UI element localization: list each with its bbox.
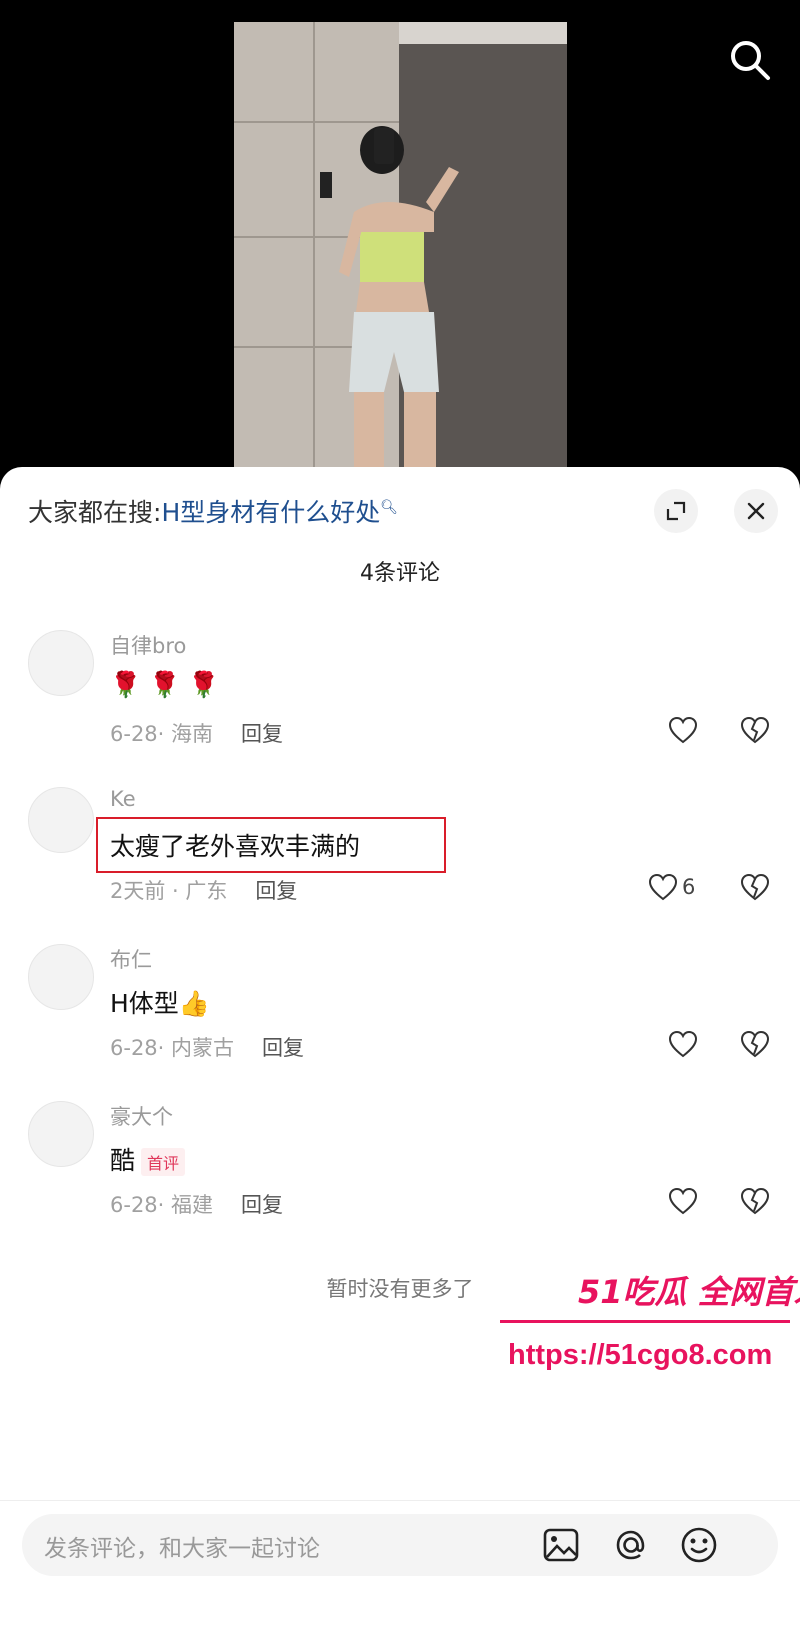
trending-prefix: 大家都在搜: bbox=[28, 498, 162, 527]
dislike-button[interactable] bbox=[740, 1187, 770, 1219]
at-icon bbox=[616, 1530, 645, 1560]
like-button[interactable]: 6 bbox=[648, 873, 695, 901]
heart-icon bbox=[668, 1030, 698, 1058]
comment-location: 广东 bbox=[185, 879, 228, 903]
comment-meta: 6-28· 福建 回复 bbox=[110, 1193, 284, 1217]
trending-search[interactable]: 大家都在搜:H型身材有什么好处🔍︎ bbox=[28, 493, 398, 529]
comment-username[interactable]: 自律bro bbox=[110, 630, 186, 660]
comment-location: 内蒙古 bbox=[171, 1036, 235, 1060]
watermark-line bbox=[500, 1320, 790, 1323]
watermark: 51吃瓜 全网首发 https://51cgo8.com bbox=[500, 1267, 800, 1387]
comment-location: 福建 bbox=[171, 1193, 214, 1217]
broken-heart-icon bbox=[740, 716, 770, 744]
broken-heart-icon bbox=[740, 1030, 770, 1058]
comment-item: 豪大个 酷首评 6-28· 福建 回复 bbox=[0, 1101, 800, 1251]
search-icon[interactable] bbox=[728, 38, 772, 82]
avatar[interactable] bbox=[28, 787, 94, 853]
emoji-button[interactable] bbox=[678, 1524, 720, 1566]
heart-icon bbox=[648, 873, 678, 901]
search-small-icon: 🔍︎ bbox=[380, 499, 399, 516]
avatar[interactable] bbox=[28, 944, 94, 1010]
close-button[interactable] bbox=[734, 489, 778, 533]
comment-input-bar: 发条评论，和大家一起讨论 bbox=[0, 1500, 800, 1651]
comment-text: 酷首评 bbox=[110, 1141, 186, 1177]
comment-item: 布仁 H体型👍 6-28· 内蒙古 回复 bbox=[0, 944, 800, 1094]
comment-item: 自律bro 🌹 🌹 🌹 6-28· 海南 回复 bbox=[0, 630, 800, 780]
reply-button[interactable]: 回复 bbox=[262, 1036, 304, 1060]
image-button[interactable] bbox=[540, 1524, 582, 1566]
mention-button[interactable] bbox=[610, 1524, 652, 1566]
dislike-button[interactable] bbox=[740, 1030, 770, 1062]
comment-meta: 6-28· 海南 回复 bbox=[110, 722, 284, 746]
comment-text: 太瘦了老外喜欢丰满的 bbox=[110, 832, 361, 861]
watermark-title: 51吃瓜 全网首发 bbox=[578, 1273, 800, 1311]
first-comment-badge: 首评 bbox=[141, 1148, 186, 1176]
like-button[interactable] bbox=[668, 1030, 698, 1058]
video-frame bbox=[234, 22, 567, 470]
comment-input-placeholder: 发条评论，和大家一起讨论 bbox=[44, 1536, 320, 1562]
avatar[interactable] bbox=[28, 630, 94, 696]
comment-text: H体型👍 bbox=[110, 989, 210, 1018]
comment-location: 海南 bbox=[171, 722, 214, 746]
comment-date: 2天前 bbox=[110, 879, 166, 903]
emoji-icon bbox=[681, 1527, 717, 1563]
comment-date: 6-28 bbox=[110, 1193, 158, 1217]
comment-username[interactable]: Ke bbox=[110, 787, 136, 811]
expand-button[interactable] bbox=[654, 489, 698, 533]
comment-date: 6-28 bbox=[110, 722, 158, 746]
reply-button[interactable]: 回复 bbox=[255, 879, 297, 903]
comment-text: 🌹 🌹 🌹 bbox=[110, 670, 220, 699]
comment-username[interactable]: 豪大个 bbox=[110, 1101, 173, 1131]
comment-text-body: 酷 bbox=[110, 1146, 136, 1175]
comment-sheet: 大家都在搜:H型身材有什么好处🔍︎ 4条评论 自律bro 🌹 🌹 🌹 6-28·… bbox=[0, 467, 800, 1651]
dislike-button[interactable] bbox=[740, 716, 770, 748]
expand-icon bbox=[666, 501, 686, 521]
comment-date: 6-28 bbox=[110, 1036, 158, 1060]
dislike-button[interactable] bbox=[740, 873, 770, 905]
comment-count: 4条评论 bbox=[360, 561, 440, 586]
reply-button[interactable]: 回复 bbox=[241, 1193, 283, 1217]
broken-heart-icon bbox=[740, 873, 770, 901]
comment-item: Ke 太瘦了老外喜欢丰满的 2天前 · 广东 回复 6 bbox=[0, 787, 800, 937]
like-button[interactable] bbox=[668, 716, 698, 744]
like-count: 6 bbox=[682, 875, 696, 899]
trending-query-link[interactable]: H型身材有什么好处 bbox=[161, 498, 380, 527]
broken-heart-icon bbox=[740, 1187, 770, 1215]
reply-button[interactable]: 回复 bbox=[241, 722, 283, 746]
avatar[interactable] bbox=[28, 1101, 94, 1167]
close-icon bbox=[747, 502, 765, 520]
heart-icon bbox=[668, 1187, 698, 1215]
comment-meta: 6-28· 内蒙古 回复 bbox=[110, 1036, 305, 1060]
comment-username[interactable]: 布仁 bbox=[110, 944, 152, 974]
comment-meta: 2天前 · 广东 回复 bbox=[110, 879, 298, 903]
comment-input[interactable]: 发条评论，和大家一起讨论 bbox=[22, 1514, 778, 1576]
like-button[interactable] bbox=[668, 1187, 698, 1215]
watermark-url: https://51cgo8.com bbox=[508, 1339, 773, 1371]
video-area[interactable] bbox=[0, 0, 800, 470]
image-icon bbox=[543, 1528, 579, 1562]
heart-icon bbox=[668, 716, 698, 744]
